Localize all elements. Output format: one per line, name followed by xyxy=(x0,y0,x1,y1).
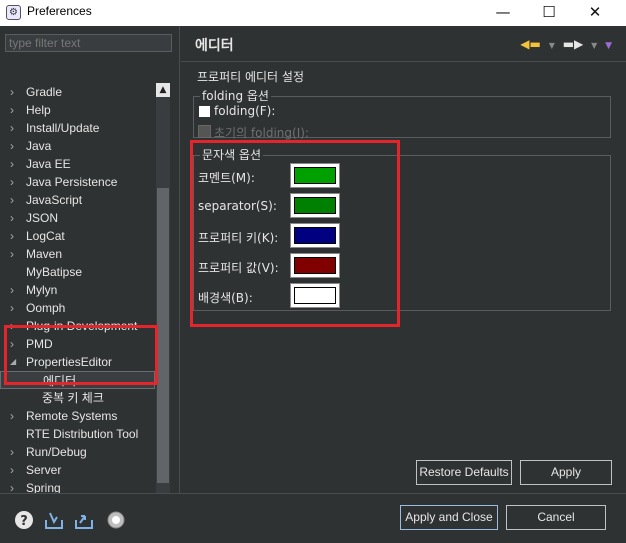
export-icon[interactable] xyxy=(74,510,94,530)
tree-expand-icon[interactable]: › xyxy=(10,155,20,173)
tree-item-label: JavaScript xyxy=(26,193,83,207)
folding-checkbox[interactable] xyxy=(198,105,211,118)
forward-arrow-icon[interactable]: ▬▶ xyxy=(563,37,584,51)
tree-item-label: Java xyxy=(26,139,52,153)
tree-expand-icon[interactable]: › xyxy=(10,227,20,245)
restore-defaults-button[interactable]: Restore Defaults xyxy=(416,460,512,485)
tree-item-label: Install/Update xyxy=(26,121,100,135)
tree-expand-icon[interactable]: › xyxy=(10,443,20,461)
highlight-box-tree-selection xyxy=(4,325,158,385)
tree-expand-icon[interactable]: › xyxy=(10,173,20,191)
page-description: 프로퍼티 에디터 설정 xyxy=(197,70,304,84)
scroll-up-icon[interactable]: ▲ xyxy=(156,83,170,97)
forward-menu-chevron-icon[interactable]: ▼ xyxy=(591,41,597,50)
tree-item[interactable]: › Mylyn xyxy=(0,281,155,299)
tree-item-label: Gradle xyxy=(26,85,63,99)
minimize-button[interactable]: — xyxy=(480,0,526,26)
dialog-footer: ? Apply and Close Cancel xyxy=(0,493,626,543)
tree-scrollbar[interactable]: ▲ ▼ xyxy=(156,83,170,517)
tree-item-label: JSON xyxy=(26,211,59,225)
view-menu-icon[interactable]: ▼ xyxy=(605,41,612,51)
scrollbar-thumb[interactable] xyxy=(157,188,169,483)
tree-item-label: Run/Debug xyxy=(26,445,87,459)
tree-expand-icon[interactable]: › xyxy=(10,101,20,119)
tree-item[interactable]: › Help xyxy=(0,101,155,119)
highlight-box-color-options xyxy=(190,140,400,327)
tree-item[interactable]: › Oomph xyxy=(0,299,155,317)
preference-page: 에디터 ◀▬ ▼ ▬▶ ▼ ▼ 프로퍼티 에디터 설정 folding 옵션 f… xyxy=(181,26,626,493)
apply-button[interactable]: Apply xyxy=(520,460,612,485)
back-arrow-icon[interactable]: ◀▬ xyxy=(520,37,541,51)
tree-expand-icon[interactable]: › xyxy=(10,209,20,227)
tree-item[interactable]: › JavaScript xyxy=(0,191,155,209)
tree-item[interactable]: MyBatipse xyxy=(0,263,155,281)
title-bar: ⚙ Preferences — ☐ ✕ xyxy=(0,0,626,26)
preferences-app-icon: ⚙ xyxy=(6,5,21,20)
tree-item-label: Java EE xyxy=(26,157,71,171)
tree-expand-icon[interactable]: › xyxy=(10,407,20,425)
back-menu-chevron-icon[interactable]: ▼ xyxy=(549,41,555,50)
preference-tree-pane: type filter text › Gradle › Help › Install/Up… xyxy=(0,26,180,517)
tree-expand-icon[interactable]: › xyxy=(10,461,20,479)
tree-item-label: Java Persistence xyxy=(26,175,118,189)
close-button[interactable]: ✕ xyxy=(572,0,618,26)
tree-item-label: Oomph xyxy=(26,301,66,315)
cancel-button[interactable]: Cancel xyxy=(506,505,606,530)
page-title: 에디터 xyxy=(195,38,234,54)
tree-item-label: Mylyn xyxy=(26,283,58,297)
help-icon[interactable]: ? xyxy=(14,510,34,530)
folding-options-group: folding 옵션 folding(F): 초기의 folding(I): xyxy=(193,89,611,140)
tree-item[interactable]: › Install/Update xyxy=(0,119,155,137)
tree-expand-icon[interactable]: › xyxy=(10,137,20,155)
tree-item-label: Help xyxy=(26,103,51,117)
import-icon[interactable] xyxy=(44,510,64,530)
tree-item-label: Remote Systems xyxy=(26,409,118,423)
apply-and-close-button[interactable]: Apply and Close xyxy=(400,505,498,530)
folding-group-legend: folding 옵션 xyxy=(200,89,271,103)
filter-input[interactable]: type filter text xyxy=(5,34,172,52)
tree-item[interactable]: › Java Persistence xyxy=(0,173,155,191)
preference-tree: › Gradle › Help › Install/Update › Java › Java EE… xyxy=(0,83,155,515)
initial-folding-checkbox[interactable] xyxy=(198,125,211,138)
page-navigation: ◀▬ ▼ ▬▶ ▼ ▼ xyxy=(516,37,612,51)
tree-item-label: MyBatipse xyxy=(26,265,83,279)
svg-text:?: ? xyxy=(20,514,28,529)
oomph-record-icon[interactable] xyxy=(106,510,126,530)
tree-item[interactable]: › Gradle xyxy=(0,83,155,101)
tree-item[interactable]: › LogCat xyxy=(0,227,155,245)
maximize-button[interactable]: ☐ xyxy=(526,0,572,26)
tree-item[interactable]: RTE Distribution Tool xyxy=(0,425,155,443)
tree-item[interactable]: › Run/Debug xyxy=(0,443,155,461)
tree-item[interactable]: › Server xyxy=(0,461,155,479)
tree-item-label: Maven xyxy=(26,247,63,261)
tree-expand-icon[interactable]: › xyxy=(10,299,20,317)
tree-expand-icon[interactable]: › xyxy=(10,245,20,263)
tree-child-item[interactable]: 중복 키 체크 xyxy=(0,389,155,407)
tree-item[interactable]: › Maven xyxy=(0,245,155,263)
tree-item[interactable]: › JSON xyxy=(0,209,155,227)
tree-item[interactable]: › Remote Systems xyxy=(0,407,155,425)
window-title: Preferences xyxy=(27,4,92,18)
tree-item-label: RTE Distribution Tool xyxy=(26,427,139,441)
tree-item-label: 중복 키 체크 xyxy=(42,391,104,405)
tree-item[interactable]: › Java EE xyxy=(0,155,155,173)
tree-item-label: LogCat xyxy=(26,229,65,243)
tree-expand-icon[interactable]: › xyxy=(10,83,20,101)
tree-expand-icon[interactable]: › xyxy=(10,281,20,299)
folding-label: folding(F): xyxy=(214,104,276,118)
tree-item-label: Server xyxy=(26,463,62,477)
page-header: 에디터 ◀▬ ▼ ▬▶ ▼ ▼ xyxy=(181,26,626,62)
tree-item[interactable]: › Java xyxy=(0,137,155,155)
tree-expand-icon[interactable]: › xyxy=(10,119,20,137)
initial-folding-label: 초기의 folding(I): xyxy=(214,126,309,140)
tree-expand-icon[interactable]: › xyxy=(10,191,20,209)
